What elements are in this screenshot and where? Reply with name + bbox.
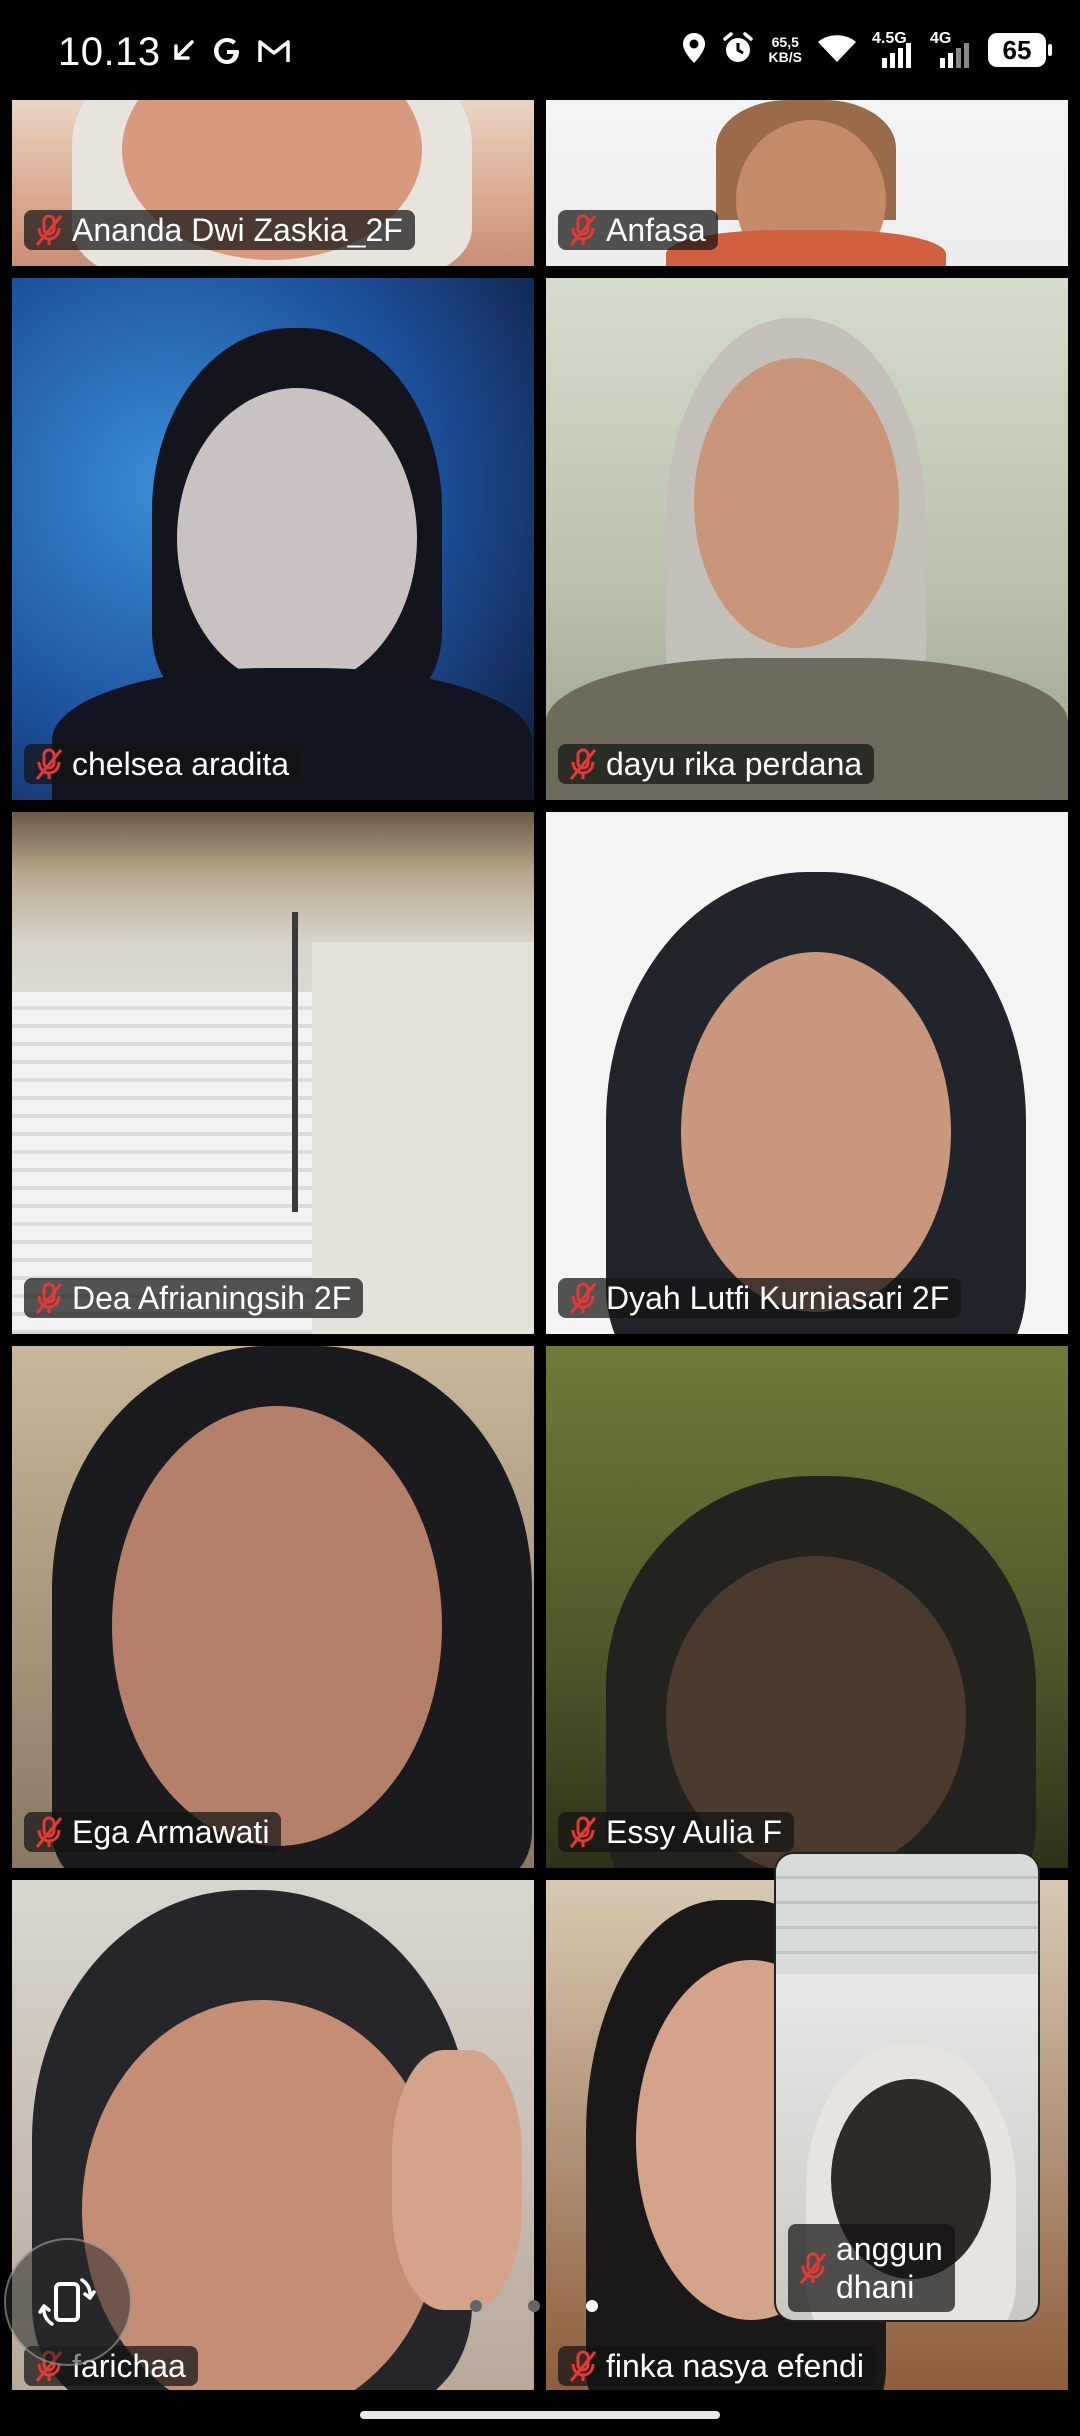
participant-name: chelsea aradita: [72, 745, 290, 782]
page-dot[interactable]: [528, 2300, 540, 2312]
mic-muted-icon: [569, 214, 597, 246]
participant-face: [177, 388, 417, 688]
participant-tile[interactable]: Essy Aulia F: [546, 1346, 1068, 1868]
participant-name: Dyah Lutfi Kurniasari 2F: [606, 1279, 950, 1316]
mic-muted-icon: [569, 2350, 597, 2382]
page-dot-active[interactable]: [586, 2300, 598, 2312]
self-view-video[interactable]: anggun dhani: [774, 1852, 1040, 2322]
mic-muted-icon: [35, 748, 63, 780]
signal-4g: 4G: [930, 30, 974, 70]
net-speed: 65,5 KB/S: [769, 35, 802, 65]
participant-tile[interactable]: Ananda Dwi Zaskia_2F: [12, 100, 534, 266]
mic-muted-icon: [569, 1816, 597, 1848]
net-speed-value: 65,5: [771, 34, 799, 50]
net-speed-unit: KB/S: [768, 49, 802, 65]
participant-label: Ega Armawati: [24, 1812, 282, 1852]
participant-face: [112, 1406, 442, 1846]
rotate-screen-button[interactable]: [4, 2238, 132, 2366]
mic-muted-icon: [35, 214, 63, 246]
signal-icon: [882, 43, 911, 68]
google-icon: [210, 34, 244, 73]
participant-name: Ega Armawati: [72, 1813, 270, 1850]
participant-tile[interactable]: dayu rika perdana: [546, 278, 1068, 800]
participant-tile[interactable]: Dea Afrianingsih 2F: [12, 812, 534, 1334]
participant-tile[interactable]: Anfasa: [546, 100, 1068, 266]
wifi-icon: [816, 32, 858, 69]
participant-name: finka nasya efendi: [606, 2347, 864, 2384]
participant-label: Essy Aulia F: [558, 1812, 795, 1852]
signal-4-5g: 4.5G: [872, 30, 916, 70]
room-wall: [312, 942, 534, 1334]
mic-muted-icon: [569, 748, 597, 780]
self-view-name-line1: anggun: [836, 2231, 943, 2267]
self-view-name: anggun dhani: [836, 2230, 943, 2306]
status-bar: 10.13 65,5 KB/S 4.5G 4G 65: [0, 0, 1080, 100]
status-time: 10.13: [58, 30, 161, 74]
self-view-label: anggun dhani: [788, 2224, 955, 2312]
participant-name: Anfasa: [606, 211, 706, 248]
participant-label: dayu rika perdana: [558, 744, 875, 784]
participant-label: chelsea aradita: [24, 744, 302, 784]
self-view-name-line2: dhani: [836, 2269, 915, 2305]
notification-icons: [168, 34, 292, 73]
rotate-icon: [38, 2278, 96, 2326]
participant-face: [681, 952, 951, 1312]
signal-icon: [940, 43, 969, 68]
participant-tile[interactable]: Ega Armawati: [12, 1346, 534, 1868]
participant-label: Dyah Lutfi Kurniasari 2F: [558, 1278, 962, 1318]
missed-call-icon: [168, 36, 198, 71]
location-icon: [681, 31, 707, 70]
page-indicator: [470, 2300, 598, 2312]
participant-label: Anfasa: [558, 210, 718, 250]
gmail-icon: [256, 36, 292, 71]
participant-name: Dea Afrianingsih 2F: [72, 1279, 352, 1316]
participant-label: finka nasya efendi: [558, 2346, 876, 2386]
home-indicator[interactable]: [360, 2411, 720, 2419]
mic-muted-icon: [569, 1282, 597, 1314]
status-right-icons: 65,5 KB/S 4.5G 4G 65: [681, 30, 1052, 70]
participant-label: Ananda Dwi Zaskia_2F: [24, 210, 415, 250]
participant-tile[interactable]: chelsea aradita: [12, 278, 534, 800]
participant-name: Ananda Dwi Zaskia_2F: [72, 211, 403, 248]
mic-muted-icon: [35, 1816, 63, 1848]
participant-hand: [392, 2050, 522, 2310]
participant-name: Essy Aulia F: [606, 1813, 783, 1850]
mic-muted-icon: [35, 1282, 63, 1314]
participant-name: dayu rika perdana: [606, 745, 863, 782]
participant-label: Dea Afrianingsih 2F: [24, 1278, 364, 1318]
room-cable: [292, 912, 298, 1212]
brick-wall: [776, 1854, 1038, 1974]
mic-muted-icon: [799, 2252, 827, 2284]
participant-tile[interactable]: Dyah Lutfi Kurniasari 2F: [546, 812, 1068, 1334]
page-dot[interactable]: [470, 2300, 482, 2312]
participant-face: [694, 358, 899, 648]
battery-icon: 65: [988, 33, 1052, 67]
alarm-icon: [721, 31, 755, 70]
